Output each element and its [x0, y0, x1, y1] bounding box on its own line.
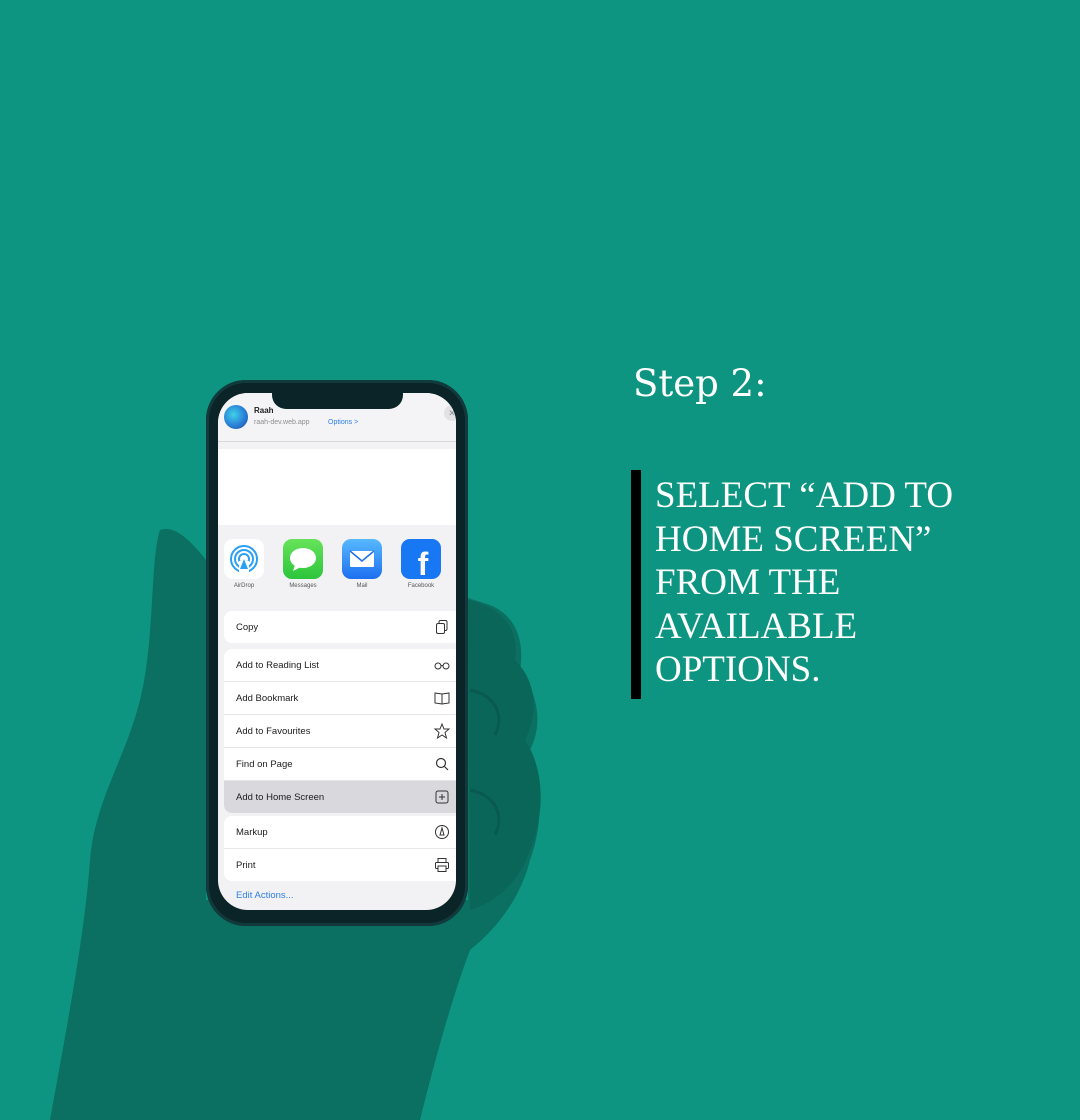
share-app-facebook[interactable]: f Facebook	[399, 539, 443, 589]
instruction-line: SELECT “ADD TO	[655, 475, 954, 516]
share-app-mail[interactable]: Mail	[340, 539, 384, 589]
printer-icon	[435, 858, 449, 872]
share-app-label: Mail	[356, 583, 368, 589]
action-markup[interactable]: Markup	[224, 816, 456, 849]
airdrop-icon	[224, 539, 264, 579]
action-label: Add to Favourites	[236, 726, 311, 737]
instruction-line: OPTIONS.	[655, 649, 821, 690]
share-app-label: AirDrop	[233, 583, 255, 589]
close-icon[interactable]: ✕	[444, 405, 456, 421]
step-title: Step 2:	[633, 362, 767, 405]
facebook-icon: f	[401, 539, 441, 582]
app-logo-icon	[224, 405, 248, 429]
star-icon	[434, 723, 450, 739]
edit-actions-link[interactable]: Edit Actions...	[236, 890, 294, 901]
search-icon	[435, 757, 449, 771]
accent-bar	[631, 470, 641, 699]
share-app-label: Facebook	[407, 583, 435, 589]
share-app-airdrop[interactable]: AirDrop	[222, 539, 266, 589]
action-copy[interactable]: Copy	[224, 611, 456, 643]
glasses-icon	[434, 662, 450, 670]
action-label: Copy	[236, 622, 259, 633]
markup-icon	[435, 825, 449, 839]
instruction-text: SELECT “ADD TO HOME SCREEN” FROM THE AVA…	[655, 474, 1015, 692]
actions-group-extra: Markup Print	[224, 816, 456, 881]
actions-group-copy: Copy	[224, 611, 456, 643]
app-name: Raah	[254, 406, 274, 415]
action-label: Print	[236, 860, 256, 871]
action-label: Find on Page	[236, 759, 293, 770]
phone-notch	[272, 390, 403, 409]
instruction-line: AVAILABLE	[655, 605, 858, 647]
action-find-on-page[interactable]: Find on Page	[224, 748, 456, 781]
action-label: Add to Reading List	[236, 660, 319, 671]
action-add-to-home-screen[interactable]: Add to Home Screen	[224, 781, 456, 813]
preview-area	[218, 449, 456, 525]
instruction-line: FROM THE	[655, 562, 841, 603]
share-sheet-screen: Raah raah-dev.web.app Options > ✕ AirDro…	[218, 393, 456, 910]
action-print[interactable]: Print	[224, 849, 456, 881]
action-add-to-favourites[interactable]: Add to Favourites	[224, 715, 456, 748]
share-app-messages[interactable]: Messages	[281, 539, 325, 589]
mail-icon	[342, 539, 382, 579]
action-label: Markup	[236, 827, 268, 838]
copy-icon	[436, 620, 448, 634]
actions-group-main: Add to Reading List Add Bookmark Add to …	[224, 649, 456, 813]
svg-text:f: f	[418, 546, 429, 579]
action-label: Add Bookmark	[236, 693, 299, 704]
action-label: Add to Home Screen	[236, 792, 325, 803]
book-icon	[434, 692, 450, 705]
share-app-label: Messages	[289, 583, 317, 589]
share-apps-row: AirDrop Messages Mail f Facebook	[218, 525, 456, 605]
app-url: raah-dev.web.app	[254, 419, 310, 426]
instruction-line: HOME SCREEN”	[655, 518, 932, 560]
add-square-icon	[435, 790, 449, 804]
action-add-bookmark[interactable]: Add Bookmark	[224, 682, 456, 715]
messages-icon	[283, 539, 323, 579]
options-link[interactable]: Options >	[328, 419, 358, 426]
action-add-to-reading-list[interactable]: Add to Reading List	[224, 649, 456, 682]
